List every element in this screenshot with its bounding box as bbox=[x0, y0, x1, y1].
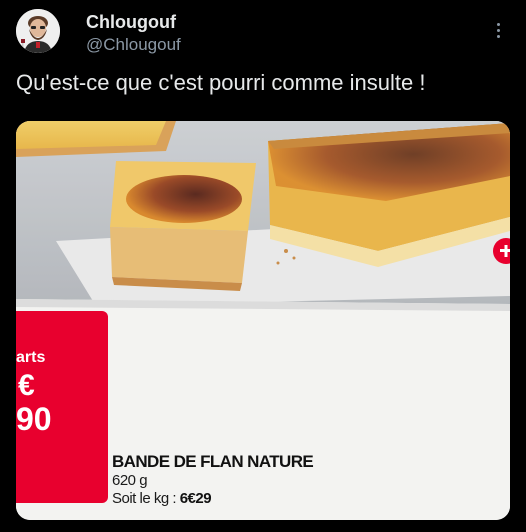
author-handle[interactable]: @Chlougouf bbox=[86, 35, 181, 55]
post-header: Chlougouf @Chlougouf bbox=[0, 0, 526, 64]
more-vertical-icon[interactable] bbox=[490, 18, 506, 42]
bearded-man-avatar-icon bbox=[16, 9, 60, 53]
post-image[interactable]: arts € 90 BANDE DE FLAN NATURE 620 g Soi… bbox=[16, 121, 510, 520]
price-suffix: arts bbox=[16, 349, 46, 366]
product-name: BANDE DE FLAN NATURE bbox=[112, 452, 314, 471]
post-text: Qu'est-ce que c'est pourri comme insulte… bbox=[16, 70, 426, 95]
product-weight: 620 g bbox=[112, 472, 148, 489]
price-per-kg: Soit le kg : 6€29 bbox=[112, 490, 212, 507]
author-name[interactable]: Chlougouf bbox=[86, 12, 176, 33]
avatar[interactable] bbox=[16, 9, 60, 53]
price-tag: arts € 90 bbox=[16, 311, 108, 503]
price-per-kg-value: 6€29 bbox=[179, 490, 212, 507]
price-currency: € bbox=[18, 369, 35, 402]
price-per-kg-label: Soit le kg : bbox=[112, 490, 180, 507]
price-cents: 90 bbox=[16, 401, 52, 437]
